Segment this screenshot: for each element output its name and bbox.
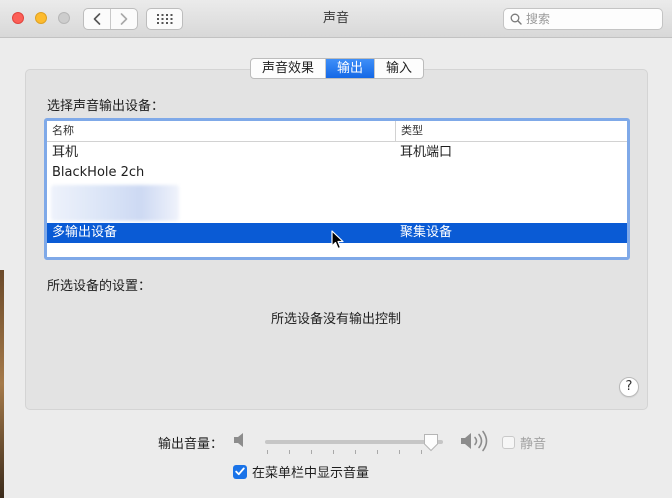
search-input[interactable] xyxy=(526,12,656,26)
chevron-right-icon xyxy=(120,13,128,25)
speaker-low-icon xyxy=(234,433,243,447)
search-icon xyxy=(510,13,522,25)
device-type: 耳机端口 xyxy=(400,145,453,160)
select-output-label: 选择声音输出设备： xyxy=(47,99,165,114)
forward-button[interactable] xyxy=(110,9,137,29)
redacted-device-name xyxy=(51,185,179,221)
help-button[interactable]: ? xyxy=(619,377,639,397)
table-row[interactable] xyxy=(47,183,627,223)
mute-option[interactable]: 静音 xyxy=(502,433,546,452)
grid-icon xyxy=(156,14,172,24)
column-header-type[interactable]: 类型 xyxy=(395,121,423,141)
tab-input[interactable]: 输入 xyxy=(374,59,423,78)
device-settings-label: 所选设备的设置： xyxy=(47,279,152,294)
device-name: 多输出设备 xyxy=(52,225,118,240)
volume-tick xyxy=(333,450,334,454)
volume-tick xyxy=(377,450,378,454)
tab-output[interactable]: 输出 xyxy=(325,59,375,78)
table-header: 名称 类型 xyxy=(47,121,627,142)
minimize-button[interactable] xyxy=(35,12,47,24)
volume-tick xyxy=(267,450,268,454)
device-name: 耳机 xyxy=(52,145,79,160)
titlebar: 声音 xyxy=(0,0,672,38)
nav-back-forward xyxy=(83,8,138,30)
column-header-name[interactable]: 名称 xyxy=(52,121,74,141)
no-output-control-message: 所选设备没有输出控制 xyxy=(270,312,401,327)
volume-tick xyxy=(311,450,312,454)
tab-sound-effects[interactable]: 声音效果 xyxy=(251,59,325,78)
show-in-menubar-checkbox[interactable] xyxy=(233,464,247,479)
show-in-menubar-label: 在菜单栏中显示音量 xyxy=(252,466,370,481)
tab-bar: 声音效果 输出 输入 xyxy=(250,58,425,79)
speaker-high-icon xyxy=(461,430,488,452)
table-row[interactable]: 耳机 耳机端口 xyxy=(47,143,627,163)
close-button[interactable] xyxy=(12,12,24,24)
checkmark-icon xyxy=(235,467,245,476)
desktop-edge xyxy=(0,270,4,498)
output-volume-label: 输出音量： xyxy=(158,437,224,452)
search-field[interactable] xyxy=(503,8,663,30)
show-in-menubar-option[interactable]: 在菜单栏中显示音量 xyxy=(233,462,369,481)
table-row[interactable]: BlackHole 2ch xyxy=(47,163,627,183)
back-button[interactable] xyxy=(84,9,110,29)
mute-label: 静音 xyxy=(520,437,547,452)
volume-tick xyxy=(399,450,400,454)
volume-knob[interactable] xyxy=(423,433,439,452)
chevron-left-icon xyxy=(93,13,101,25)
help-icon: ? xyxy=(625,379,633,394)
mouse-pointer-icon xyxy=(331,230,344,250)
device-name: BlackHole 2ch xyxy=(52,165,145,180)
volume-tick xyxy=(355,450,356,454)
output-volume-slider[interactable] xyxy=(265,433,455,454)
mute-checkbox[interactable] xyxy=(502,436,515,449)
volume-tick xyxy=(289,450,290,454)
zoom-button[interactable] xyxy=(58,12,70,24)
volume-track xyxy=(265,440,443,444)
sound-preferences-window: 声音 声音效果 输出 输入 选择声音输出设备： 名称 类型 耳机 耳机端口 Bl… xyxy=(0,0,672,498)
device-type: 聚集设备 xyxy=(400,225,453,240)
show-all-button[interactable] xyxy=(146,8,183,30)
